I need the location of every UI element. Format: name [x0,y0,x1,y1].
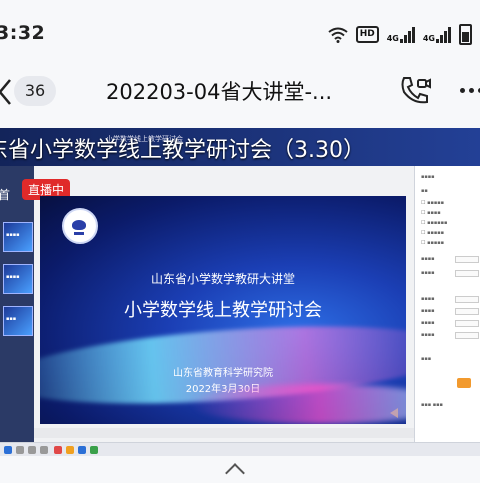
taskbar-app-icon[interactable] [90,446,98,454]
slide-date: 2022年3月30日 [185,384,261,395]
back-arrow-icon[interactable] [0,78,12,106]
settings-line: ▪▪▪▪ [421,296,435,302]
stream-banner-title: 东省小学数学线上教学研讨会（3.30） [0,138,365,163]
settings-line: ☐ ▪▪▪▪ [421,210,441,216]
settings-line: ▪▪ [421,188,428,194]
settings-line: ▪▪▪ [421,356,432,362]
settings-line: ▪▪▪▪ [421,270,435,276]
start-icon[interactable] [4,446,12,454]
taskbar-app-icon[interactable] [66,446,74,454]
side-label: 首 [0,188,11,202]
slide-thumbnail[interactable]: ▪▪▪▪ [3,264,33,294]
taskbar-app-icon[interactable] [16,446,24,454]
stream-screenshot[interactable]: 小学数学线上教学研讨会 东省小学数学线上教学研讨会（3.30） ▪▪▪▪ ▪▪▪… [0,128,480,456]
chat-title: 202203-04省大讲堂-... [106,80,333,104]
settings-line: ▪▪▪ ▪▪▪ [421,402,443,408]
settings-pane: ▪▪▪▪ ▪▪ ☐ ▪▪▪▪▪ ☐ ▪▪▪▪ ☐ ▪▪▪▪▪▪ ☐ ▪▪▪▪▪ … [414,166,480,456]
settings-field[interactable] [455,270,479,277]
institute-logo-icon [62,208,98,244]
signal-icon-2: 4G [422,26,451,43]
settings-line: ☐ ▪▪▪▪▪ [421,230,445,236]
settings-line: ▪▪▪▪ [421,174,435,180]
taskbar-app-icon[interactable] [54,446,62,454]
stream-banner: 小学数学线上教学研讨会 东省小学数学线上教学研讨会（3.30） [0,128,480,166]
settings-field[interactable] [455,296,479,303]
more-options-icon[interactable] [460,88,480,93]
slide-heading: 山东省小学数学教研大讲堂 [150,272,295,286]
status-icons: HD 4G 4G [328,24,472,45]
orange-button[interactable] [457,378,471,388]
settings-line: ☐ ▪▪▪▪▪ [421,240,445,246]
settings-field[interactable] [455,256,479,263]
player-control-bar[interactable] [34,428,414,438]
slide-organizer: 山东省教育科学研究院 [173,368,273,379]
settings-line: ▪▪▪▪ [421,332,435,338]
presentation-slide: 山东省小学数学教研大讲堂 小学数学线上教学研讨会 山东省教育科学研究院 2022… [40,196,406,424]
settings-line: ▪▪▪▪ [421,256,435,262]
wifi-icon [328,27,348,43]
slide-thumbnail-pane: ▪▪▪▪ ▪▪▪▪ ▪▪▪ [0,166,34,456]
slide-thumbnail[interactable]: ▪▪▪▪ [3,222,33,252]
status-bar: 3:32 HD 4G 4G [0,0,480,66]
sim2-label: 4G [422,33,435,43]
phone-video-icon[interactable] [398,74,432,108]
settings-field[interactable] [455,308,479,315]
settings-line: ▪▪▪▪ [421,308,435,314]
battery-icon [459,24,472,45]
slide-title: 小学数学线上教学研讨会 [124,300,322,321]
taskbar-app-icon[interactable] [78,446,86,454]
settings-line: ☐ ▪▪▪▪▪ [421,200,445,206]
settings-field[interactable] [455,320,479,327]
speaker-icon [390,408,398,418]
sim1-label: 4G [386,33,399,43]
app-header: 36 202203-04省大讲堂-... [0,66,480,116]
settings-line: ▪▪▪▪ [421,320,435,326]
desktop-view: ▪▪▪▪ ▪▪▪▪ ▪▪▪ 首 直播中 山东省小学数学教研大讲堂 小学数学线上教… [0,166,480,456]
unread-count-badge[interactable]: 36 [14,76,56,106]
taskbar-app-icon[interactable] [28,446,36,454]
clock: 3:32 [0,22,46,44]
windows-taskbar [0,442,480,456]
bottom-area [0,456,480,483]
signal-icon-1: 4G [386,26,415,43]
taskbar-app-icon[interactable] [40,446,48,454]
hd-icon: HD [355,26,379,43]
settings-field[interactable] [455,332,479,339]
settings-line: ☐ ▪▪▪▪▪▪ [421,220,448,226]
slide-thumbnail[interactable]: ▪▪▪ [3,306,33,336]
